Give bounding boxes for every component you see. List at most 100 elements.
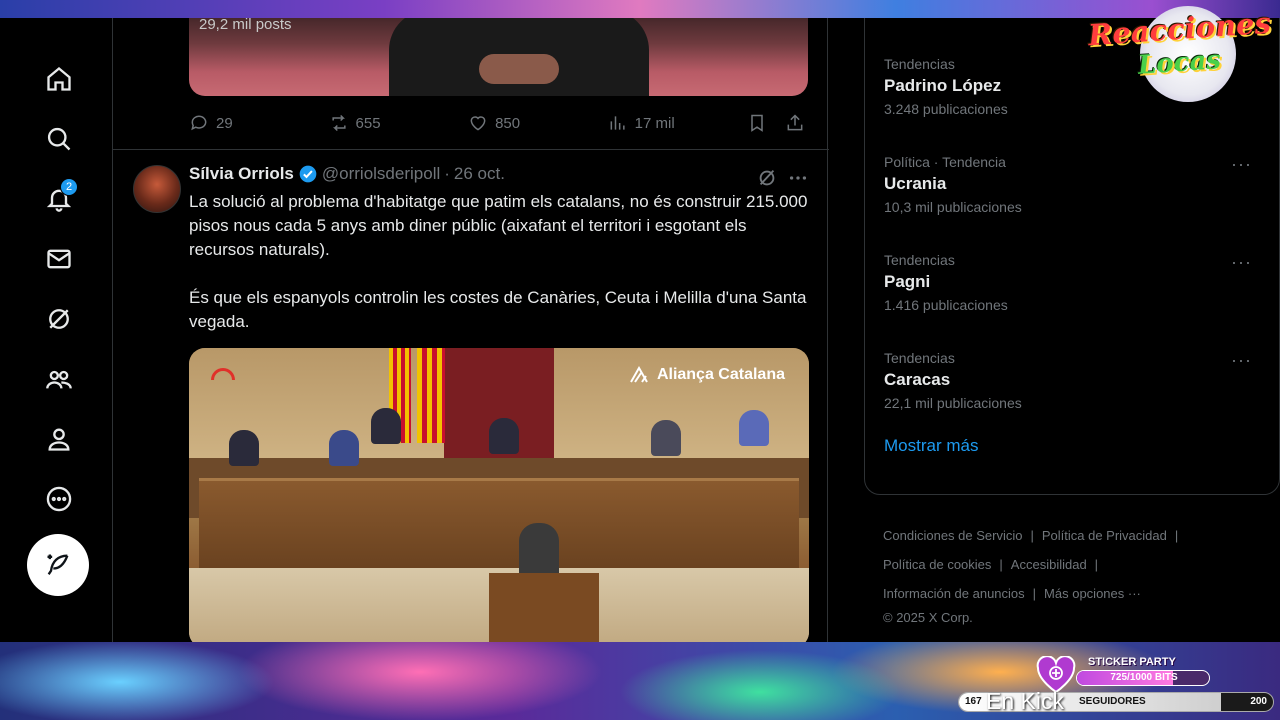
trend-count: 22,1 mil publicaciones — [884, 395, 1022, 411]
post-header: Sílvia Orriols @orriolsderipoll · 26 oct… — [189, 164, 505, 184]
reply-button[interactable]: 29 — [189, 113, 329, 133]
mail-icon[interactable] — [36, 236, 82, 282]
accessibility-link[interactable]: Accesibilidad — [1011, 557, 1087, 572]
trend-more-icon[interactable]: ··· — [1231, 154, 1252, 175]
video-person — [371, 408, 401, 444]
search-icon[interactable] — [36, 116, 82, 162]
views-count: 17 mil — [634, 114, 675, 132]
video-desk — [199, 478, 799, 568]
post-video[interactable]: Aliança Catalana — [189, 348, 809, 642]
video-watermark-text: Aliança Catalana — [656, 366, 785, 383]
like-button[interactable]: 850 — [468, 113, 608, 133]
footer-separator: | — [1174, 528, 1179, 543]
cookies-link[interactable]: Política de cookies — [883, 557, 991, 572]
privacy-link[interactable]: Política de Privacidad — [1042, 528, 1167, 543]
sticker-title: STICKER PARTY — [1088, 656, 1176, 668]
repost-count: 655 — [355, 114, 381, 132]
video-person — [489, 418, 519, 454]
logo-text-line2: Locas — [1137, 45, 1222, 81]
trend-name: Ucrania — [884, 174, 947, 193]
footer-separator: | — [999, 557, 1003, 572]
avatar[interactable] — [133, 165, 181, 213]
video-person — [329, 430, 359, 466]
video-person — [229, 430, 259, 466]
followers-goal: 200 — [1250, 696, 1267, 707]
post-text: La solució al problema d'habitatge que p… — [189, 190, 809, 358]
heart-icon — [470, 116, 486, 131]
author-handle[interactable]: @orriolsderipoll — [322, 164, 440, 184]
x-app-window: 2 29,2 mil posts 29 655 850 17 mil Sílvi… — [0, 18, 1280, 642]
media-caption: 29,2 mil posts — [199, 18, 292, 33]
footer-separator: | — [1032, 586, 1037, 601]
trend-item[interactable]: Política · Tendencia Ucrania 10,3 mil pu… — [884, 154, 1264, 215]
like-count: 850 — [495, 114, 521, 132]
compose-post-button[interactable] — [27, 534, 89, 596]
post-paragraph-1: La solució al problema d'habitatge que p… — [189, 192, 808, 259]
sticker-progress-text: 725/1000 BITS — [1110, 672, 1178, 683]
terms-link[interactable]: Condiciones de Servicio — [883, 528, 1022, 543]
trend-more-icon[interactable]: ··· — [1231, 350, 1252, 371]
post-more-icon[interactable] — [787, 167, 809, 189]
analytics-icon — [610, 116, 625, 130]
notifications-badge: 2 — [60, 178, 78, 196]
footer-separator: | — [1030, 528, 1034, 543]
share-button[interactable] — [785, 113, 809, 133]
trend-more-icon[interactable]: ··· — [1231, 252, 1252, 273]
more-options-link[interactable]: Más opciones ··· — [1044, 586, 1141, 601]
followers-label: SEGUIDORES — [1079, 696, 1146, 707]
trend-category: Tendencias — [884, 350, 955, 366]
trend-name: Pagni — [884, 272, 931, 291]
sidebar-footer: Condiciones de Servicio | Política de Priv… — [883, 521, 1213, 628]
profile-icon[interactable] — [36, 416, 82, 462]
video-podium — [489, 573, 599, 642]
copyright: © 2025 X Corp. — [883, 610, 973, 625]
followers-current: 167 — [965, 696, 982, 707]
logo-text-line1: Reacciones — [1087, 5, 1272, 53]
reply-icon — [191, 115, 207, 131]
previous-post-actions: 29 655 850 17 mil — [189, 110, 809, 136]
bookmark-icon — [751, 114, 763, 132]
repost-icon — [331, 114, 346, 132]
reply-count: 29 — [216, 114, 233, 132]
trend-count: 3.248 publicaciones — [884, 101, 1008, 117]
post-divider — [113, 149, 829, 150]
trend-count: 1.416 publicaciones — [884, 297, 1008, 313]
post-date[interactable]: 26 oct. — [454, 164, 505, 184]
bookmark-button[interactable] — [747, 113, 785, 133]
ads-info-link[interactable]: Información de anuncios — [883, 586, 1025, 601]
trend-category: Política · Tendencia — [884, 154, 1006, 170]
sticker-progress-bar: 725/1000 BITS — [1076, 670, 1210, 686]
repost-button[interactable]: 655 — [329, 113, 469, 133]
communities-icon[interactable] — [36, 356, 82, 402]
trend-name: Caracas — [884, 370, 951, 389]
views-button[interactable]: 17 mil — [608, 113, 748, 133]
post-paragraph-2: És que els espanyols controlin les coste… — [189, 288, 807, 331]
trend-item[interactable]: Tendencias Pagni 1.416 publicaciones ··· — [884, 252, 1264, 313]
home-icon[interactable] — [36, 56, 82, 102]
grok-explain-icon[interactable] — [756, 167, 778, 189]
trend-item[interactable]: Tendencias Caracas 22,1 mil publicacione… — [884, 350, 1264, 411]
share-icon — [787, 114, 803, 131]
feather-icon — [47, 554, 69, 575]
verified-badge-icon — [299, 165, 317, 183]
more-circle-icon[interactable] — [36, 476, 82, 522]
right-sidebar: Tendencias Padrino López 3.248 publicaci… — [864, 18, 1280, 642]
alianca-logo-icon — [630, 366, 648, 383]
media-hands — [479, 54, 559, 84]
video-person — [739, 410, 769, 446]
bell-icon[interactable]: 2 — [36, 176, 82, 222]
video-watermark: Aliança Catalana — [629, 366, 785, 384]
video-flag-catalonia — [417, 348, 445, 443]
grok-icon[interactable] — [36, 296, 82, 342]
header-separator: · — [444, 164, 450, 183]
timeline: 29,2 mil posts 29 655 850 17 mil Sílvia … — [112, 18, 829, 642]
trend-count: 10,3 mil publicaciones — [884, 199, 1022, 215]
show-more-link[interactable]: Mostrar más — [884, 436, 978, 456]
platform-label: En Kick — [986, 688, 1064, 714]
left-nav: 2 — [0, 18, 112, 642]
video-person — [651, 420, 681, 456]
author-name[interactable]: Sílvia Orriols — [189, 164, 294, 184]
trend-category: Tendencias — [884, 252, 955, 268]
footer-separator: | — [1094, 557, 1099, 572]
channel-logo: Reacciones Locas — [1087, 4, 1276, 102]
